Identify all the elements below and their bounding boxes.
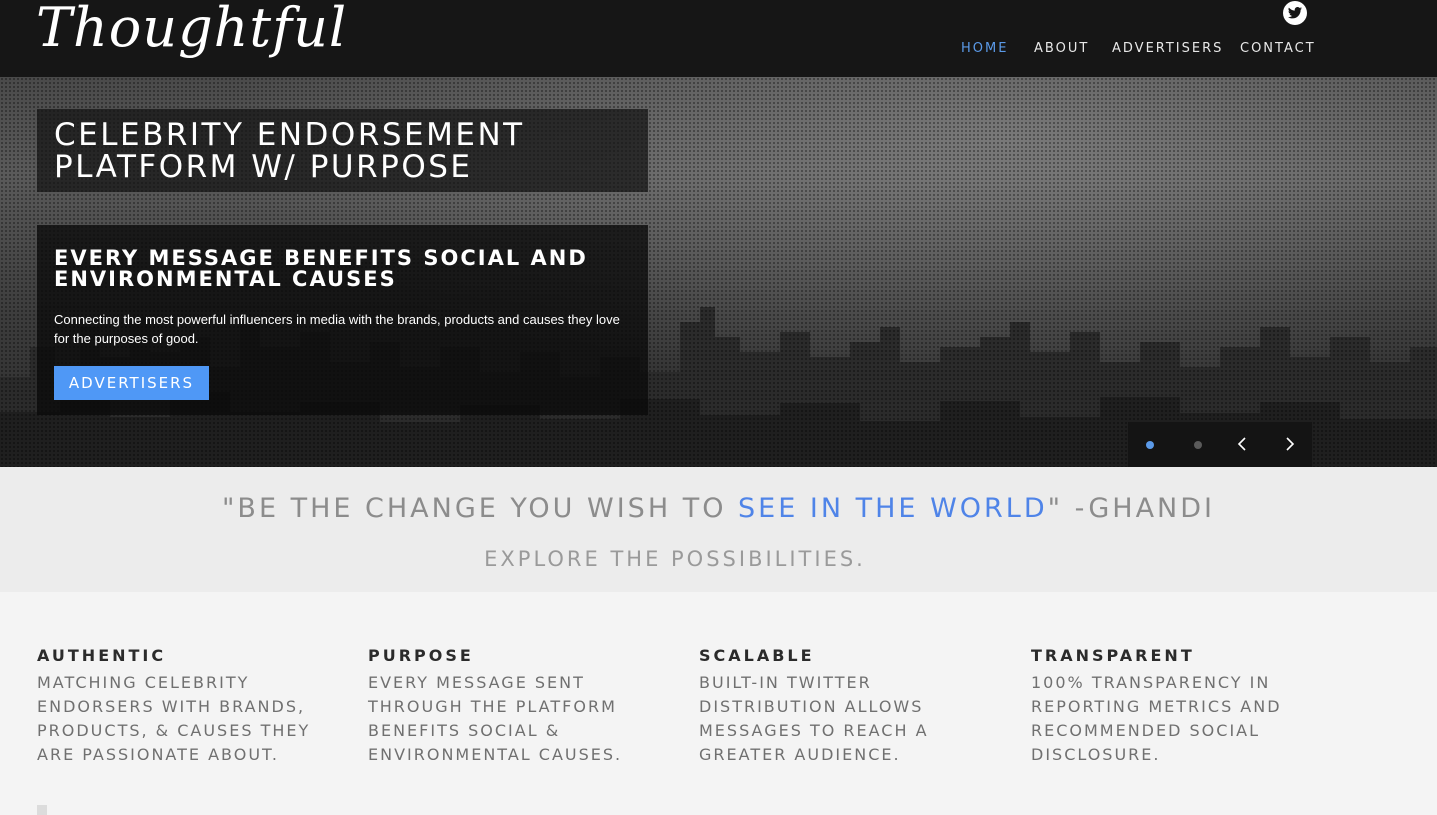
feature-text: EVERY MESSAGE SENT THROUGH THE PLATFORM … (368, 673, 623, 764)
nav-advertisers[interactable]: ADVERTISERS (1112, 41, 1223, 56)
twitter-icon[interactable] (1283, 1, 1307, 25)
slide-dot-2[interactable] (1194, 441, 1202, 449)
hero-title-box: CELEBRITY ENDORSEMENT PLATFORM W/ PURPOS… (37, 109, 648, 192)
feature-text: MATCHING CELEBRITY ENDORSERS WITH BRANDS… (37, 673, 311, 764)
nav-home[interactable]: HOME (961, 41, 1008, 56)
nav-about[interactable]: ABOUT (1034, 41, 1089, 56)
feature-scalable: SCALABLE BUILT-IN TWITTER DISTRIBUTION A… (699, 647, 999, 767)
quote-band: "BE THE CHANGE YOU WISH TO SEE IN THE WO… (0, 467, 1437, 592)
site-header: Thoughtful HOME ABOUT ADVERTISERS CONTAC… (0, 0, 1437, 77)
hero-slider: CELEBRITY ENDORSEMENT PLATFORM W/ PURPOS… (0, 77, 1437, 467)
feature-text: 100% TRANSPARENCY IN REPORTING METRICS A… (1031, 673, 1282, 764)
feature-authentic: AUTHENTIC MATCHING CELEBRITY ENDORSERS W… (37, 647, 337, 767)
site-logo[interactable]: Thoughtful (36, 0, 347, 59)
slide-dot-1[interactable] (1146, 441, 1154, 449)
feature-text: BUILT-IN TWITTER DISTRIBUTION ALLOWS MES… (699, 673, 929, 764)
feature-title: AUTHENTIC (37, 646, 167, 665)
quote-before: "BE THE CHANGE YOU WISH TO (222, 493, 739, 524)
hero-title: CELEBRITY ENDORSEMENT PLATFORM W/ PURPOS… (54, 117, 525, 185)
quote-after: " -GHANDI (1047, 493, 1215, 524)
feature-purpose: PURPOSE EVERY MESSAGE SENT THROUGH THE P… (368, 647, 668, 767)
quote-text: "BE THE CHANGE YOU WISH TO SEE IN THE WO… (0, 493, 1437, 524)
feature-transparent: TRANSPARENT 100% TRANSPARENCY IN REPORTI… (1031, 647, 1331, 767)
hero-heading: EVERY MESSAGE BENEFITS SOCIAL AND ENVIRO… (54, 246, 588, 291)
feature-title: TRANSPARENT (1031, 646, 1195, 665)
feature-title: PURPOSE (368, 646, 474, 665)
feature-title: SCALABLE (699, 646, 815, 665)
advertisers-button[interactable]: ADVERTISERS (54, 366, 209, 400)
nav-contact[interactable]: CONTACT (1240, 41, 1316, 56)
slider-controls (1128, 422, 1312, 467)
quote-highlight: SEE IN THE WORLD (738, 493, 1048, 524)
hero-info-box: EVERY MESSAGE BENEFITS SOCIAL AND ENVIRO… (37, 225, 648, 415)
hero-description: Connecting the most powerful influencers… (54, 312, 620, 346)
chevron-left-icon[interactable] (1230, 432, 1254, 456)
content-marker (37, 805, 47, 815)
chevron-right-icon[interactable] (1278, 432, 1302, 456)
explore-subtitle: EXPLORE THE POSSIBILITIES. (484, 547, 866, 571)
